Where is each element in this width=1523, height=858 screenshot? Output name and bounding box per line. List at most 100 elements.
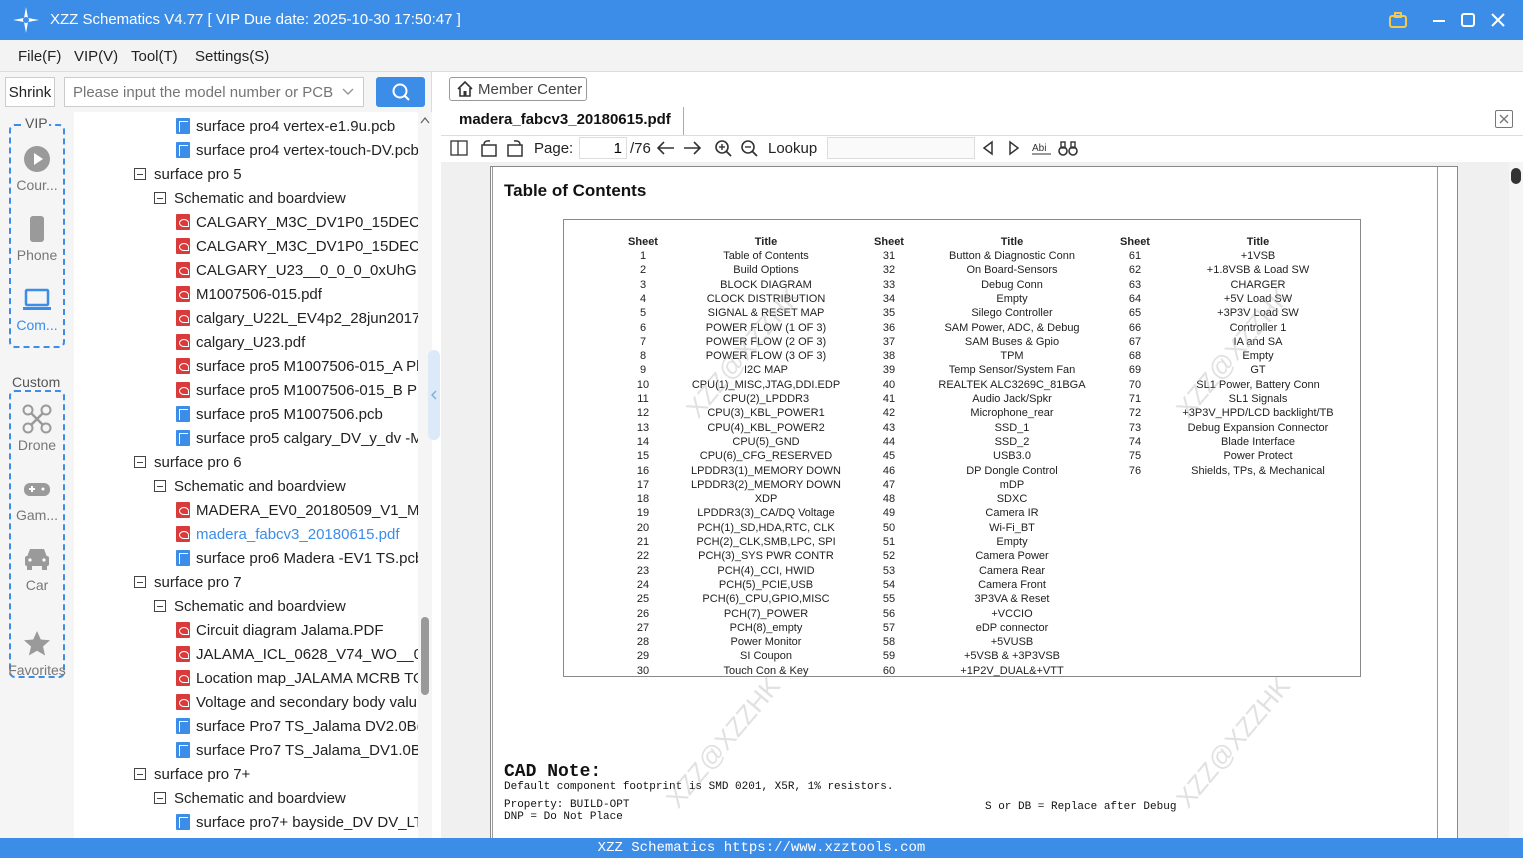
minimize-icon[interactable] xyxy=(1427,8,1451,32)
tree-folder[interactable]: Schematic and boardview xyxy=(154,186,346,210)
tree-file[interactable]: CALGARY_M3C_DV1P0_15DEC201 xyxy=(176,210,418,234)
prev-page-icon[interactable] xyxy=(655,138,677,158)
tree-file[interactable]: surface pro5 M1007506-015_A Ph xyxy=(176,354,418,378)
nav-item-courses[interactable]: Cour... xyxy=(0,144,74,193)
tree-file[interactable]: MADERA_EV0_20180509_V1_MDF xyxy=(176,498,418,522)
tree-file[interactable]: surface pro4 vertex-e1.9u.pcb xyxy=(176,114,395,138)
nav-item-games[interactable]: Gam... xyxy=(0,474,74,523)
pdf-page: Table of Contents Sheet Title 1 Table of Co… xyxy=(490,166,1458,838)
collapse-toggle-icon[interactable] xyxy=(154,600,166,612)
toc-sheet-number: 21 xyxy=(636,536,650,548)
tree-file[interactable]: surface pro4 vertex-touch-DV.pcb xyxy=(176,138,418,162)
collapse-toggle-icon[interactable] xyxy=(154,792,166,804)
tree-scrollbar[interactable] xyxy=(418,112,432,838)
tree-file[interactable]: surface pro7+ bayside_DV DV_LTE xyxy=(176,810,418,834)
toc-sheet-title: Camera Front xyxy=(978,578,1046,591)
tree-file[interactable]: surface Pro7 TS_Jalama_DV1.0B(P xyxy=(176,738,418,762)
find-prev-icon[interactable] xyxy=(979,138,997,158)
close-document-icon[interactable] xyxy=(1495,110,1513,128)
scroll-up-icon[interactable] xyxy=(420,116,430,124)
toc-sheet-title: DP Dongle Control xyxy=(966,464,1058,477)
pane-collapse-handle[interactable] xyxy=(428,350,440,440)
zoom-in-icon[interactable] xyxy=(713,138,733,158)
find-next-icon[interactable] xyxy=(1005,138,1023,158)
lookup-input[interactable] xyxy=(827,137,975,159)
nav-item-label: Gam... xyxy=(15,507,58,523)
tree-file[interactable]: Voltage and secondary body valu xyxy=(176,690,417,714)
tree-file[interactable]: CALGARY_M3C_DV1P0_15DEC201 xyxy=(176,234,418,258)
tree-scrollbar-thumb[interactable] xyxy=(421,617,429,695)
tree-folder[interactable]: surface pro 7 xyxy=(134,570,242,594)
toc-sheet-number: 39 xyxy=(882,364,896,377)
match-case-icon[interactable]: Abi xyxy=(1031,138,1053,158)
menu-file[interactable]: File(F) xyxy=(18,48,61,65)
menu-vip[interactable]: VIP(V) xyxy=(74,48,118,65)
rotate-left-icon[interactable] xyxy=(479,138,499,158)
tree-file[interactable]: surface pro6 Madera -EV1 TS.pcb xyxy=(176,546,418,570)
vip-briefcase-icon[interactable] xyxy=(1386,8,1410,32)
tree-file[interactable]: Location map_JALAMA MCRB TO xyxy=(176,666,418,690)
toc-header-sheet: Sheet xyxy=(628,236,658,248)
collapse-toggle-icon[interactable] xyxy=(134,768,146,780)
tree-folder[interactable]: Schematic and boardview xyxy=(154,594,346,618)
tree-item-label: Schematic and boardview xyxy=(174,189,346,207)
collapse-toggle-icon[interactable] xyxy=(134,456,146,468)
tree-folder[interactable]: Schematic and boardview xyxy=(154,474,346,498)
toc-sheet-number: 9 xyxy=(639,364,647,377)
search-button[interactable] xyxy=(376,77,425,107)
collapse-toggle-icon[interactable] xyxy=(154,192,166,204)
member-center-button[interactable]: Member Center xyxy=(449,77,587,101)
tree-folder[interactable]: Schematic and boardview xyxy=(154,786,346,810)
toc-heading: Table of Contents xyxy=(504,181,647,200)
tree-folder[interactable]: surface pro 7+ xyxy=(134,762,250,786)
zoom-out-icon[interactable] xyxy=(739,138,759,158)
tree-folder[interactable]: surface pro 5 xyxy=(134,162,242,186)
tree-file[interactable]: madera_fabcv3_20180615.pdf xyxy=(176,522,400,546)
tree-file[interactable]: Circuit diagram Jalama.PDF xyxy=(176,618,384,642)
document-scrollbar-thumb[interactable] xyxy=(1511,168,1521,184)
collapse-toggle-icon[interactable] xyxy=(154,480,166,492)
search-input[interactable] xyxy=(64,77,364,107)
tree-file[interactable]: CALGARY_U23__0_0_0_0xUhG.pdf xyxy=(176,258,418,282)
nav-item-car[interactable]: Car xyxy=(0,544,74,593)
tree-folder[interactable]: surface pro 6 xyxy=(134,450,242,474)
toc-sheet-number: 64 xyxy=(1128,292,1142,305)
tree-file[interactable]: calgary_U22L_EV4p2_28jun2017_C xyxy=(176,306,418,330)
tree-item-label: surface Pro7 TS_Jalama_DV1.0B(P xyxy=(196,741,418,759)
sidebar-toggle-icon[interactable] xyxy=(449,138,469,158)
binoculars-icon[interactable] xyxy=(1057,138,1079,158)
tree-file[interactable]: surface pro5 M1007506-015_B Ph xyxy=(176,378,418,402)
category-sidebar: VIP Cour... Phone Com... Custom Drone Ga… xyxy=(0,112,74,838)
pdf-viewport[interactable]: Table of Contents Sheet Title 1 Table of Co… xyxy=(441,162,1523,838)
menu-settings[interactable]: Settings(S) xyxy=(195,48,269,65)
toc-sheet-number: 71 xyxy=(1128,393,1142,405)
tree-file[interactable]: JALAMA_ICL_0628_V74_WO__0_0 xyxy=(176,642,418,666)
nav-item-label: Car xyxy=(25,577,49,593)
menu-tool[interactable]: Tool(T) xyxy=(131,48,178,65)
rotate-right-icon[interactable] xyxy=(505,138,525,158)
chevron-down-icon[interactable] xyxy=(340,84,356,100)
tree-file[interactable]: calgary_U23.pdf xyxy=(176,330,305,354)
title-bar: XZZ Schematics V4.77 [ VIP Due date: 202… xyxy=(0,0,1523,40)
nav-item-computer[interactable]: Com... xyxy=(0,284,74,333)
tree-file[interactable]: surface pro5 calgary_DV_y_dv -M xyxy=(176,426,418,450)
shrink-button[interactable]: Shrink xyxy=(5,77,55,107)
nav-item-phone[interactable]: Phone xyxy=(0,214,74,263)
close-icon[interactable] xyxy=(1486,8,1510,32)
collapse-toggle-icon[interactable] xyxy=(134,576,146,588)
nav-item-favorites[interactable]: Favorites xyxy=(0,629,74,678)
page-number-input[interactable] xyxy=(579,137,627,159)
tree-item-label: Location map_JALAMA MCRB TO xyxy=(196,669,418,687)
nav-item-drone[interactable]: Drone xyxy=(0,404,74,453)
toc-sheet-number: 56 xyxy=(882,607,896,620)
next-page-icon[interactable] xyxy=(681,138,703,158)
home-icon xyxy=(457,80,473,97)
collapse-toggle-icon[interactable] xyxy=(134,168,146,180)
document-tab[interactable]: madera_fabcv3_20180615.pdf xyxy=(449,107,684,135)
toc-sheet-number: 3 xyxy=(639,278,647,291)
maximize-icon[interactable] xyxy=(1456,8,1480,32)
document-scrollbar[interactable] xyxy=(1509,162,1523,838)
tree-file[interactable]: M1007506-015.pdf xyxy=(176,282,322,306)
tree-file[interactable]: surface Pro7 TS_Jalama DV2.0B(M xyxy=(176,714,418,738)
tree-file[interactable]: surface pro5 M1007506.pcb xyxy=(176,402,383,426)
